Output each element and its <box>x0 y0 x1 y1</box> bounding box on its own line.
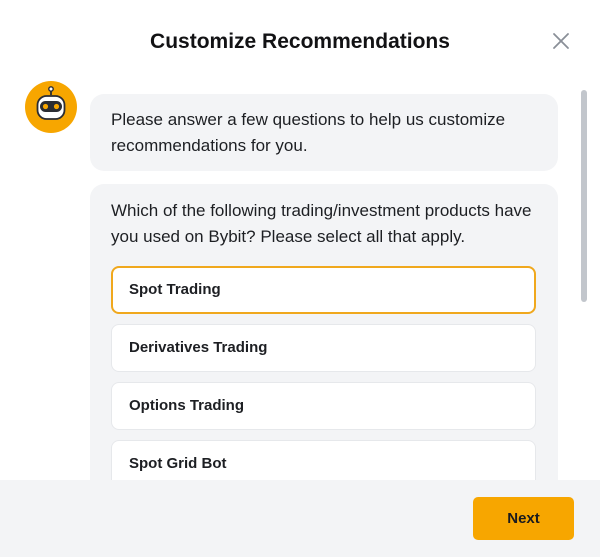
option-derivatives-trading[interactable]: Derivatives Trading <box>111 324 536 372</box>
chat-content: Please answer a few questions to help us… <box>90 94 558 480</box>
option-spot-grid-bot[interactable]: Spot Grid Bot <box>111 440 536 480</box>
option-label: Derivatives Trading <box>129 339 268 356</box>
question-text: Which of the following trading/investmen… <box>111 201 532 246</box>
intro-message: Please answer a few questions to help us… <box>90 94 558 171</box>
assistant-avatar <box>25 81 77 133</box>
option-label: Spot Grid Bot <box>129 455 227 472</box>
robot-icon <box>25 81 77 133</box>
option-label: Spot Trading <box>129 281 221 298</box>
option-spot-trading[interactable]: Spot Trading <box>111 266 536 314</box>
options-list: Spot Trading Derivatives Trading Options… <box>111 266 537 480</box>
question-message: Which of the following trading/investmen… <box>90 184 558 480</box>
close-icon <box>553 33 569 49</box>
next-button[interactable]: Next <box>473 497 574 540</box>
close-button[interactable] <box>550 30 572 52</box>
option-options-trading[interactable]: Options Trading <box>111 382 536 430</box>
dialog-title: Customize Recommendations <box>150 30 450 53</box>
customize-recommendations-dialog: Customize Recommendations Please answer … <box>0 0 600 557</box>
scrollbar-thumb[interactable] <box>581 90 587 302</box>
option-label: Options Trading <box>129 397 244 414</box>
